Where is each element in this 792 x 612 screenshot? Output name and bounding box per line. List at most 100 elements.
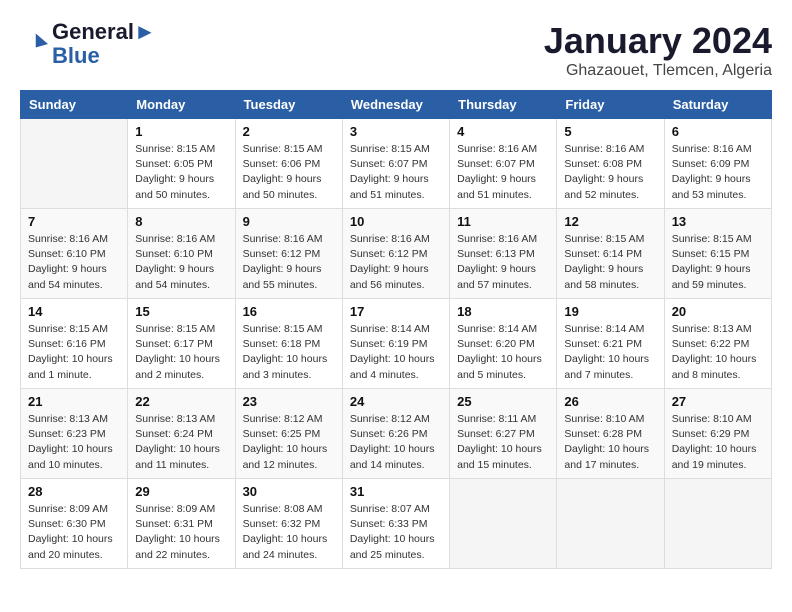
column-header-saturday: Saturday (664, 91, 771, 119)
day-number: 21 (28, 394, 120, 409)
calendar-cell: 28 Sunrise: 8:09 AMSunset: 6:30 PMDayligh… (21, 479, 128, 569)
calendar-cell: 26 Sunrise: 8:10 AMSunset: 6:28 PMDayligh… (557, 389, 664, 479)
month-title: January 2024 (544, 20, 772, 62)
day-info: Sunrise: 8:13 AMSunset: 6:22 PMDaylight:… (672, 322, 764, 383)
day-number: 29 (135, 484, 227, 499)
day-number: 19 (564, 304, 656, 319)
day-info: Sunrise: 8:15 AMSunset: 6:15 PMDaylight:… (672, 232, 764, 293)
location-title: Ghazaouet, Tlemcen, Algeria (544, 62, 772, 80)
calendar-cell: 12Sunrise: 8:15 AMSunset: 6:14 PMDayligh… (557, 209, 664, 299)
day-info: Sunrise: 8:15 AMSunset: 6:16 PMDaylight:… (28, 322, 120, 383)
day-number: 7 (28, 214, 120, 229)
day-info: Sunrise: 8:14 AMSunset: 6:19 PMDaylight:… (350, 322, 442, 383)
day-info: Sunrise: 8:16 AMSunset: 6:12 PMDaylight:… (243, 232, 335, 293)
day-info: Sunrise: 8:15 AMSunset: 6:17 PMDaylight:… (135, 322, 227, 383)
calendar-cell: 7 Sunrise: 8:16 AMSunset: 6:10 PMDaylight… (21, 209, 128, 299)
day-info: Sunrise: 8:08 AMSunset: 6:32 PMDaylight:… (243, 502, 335, 563)
day-number: 16 (243, 304, 335, 319)
calendar-cell: 23 Sunrise: 8:12 AMSunset: 6:25 PMDayligh… (235, 389, 342, 479)
day-number: 24 (350, 394, 442, 409)
calendar-cell (450, 479, 557, 569)
day-number: 30 (243, 484, 335, 499)
day-number: 3 (350, 124, 442, 139)
calendar-cell: 14Sunrise: 8:15 AMSunset: 6:16 PMDayligh… (21, 299, 128, 389)
calendar-cell: 18 Sunrise: 8:14 AMSunset: 6:20 PMDayligh… (450, 299, 557, 389)
calendar-cell: 21 Sunrise: 8:13 AMSunset: 6:23 PMDayligh… (21, 389, 128, 479)
day-number: 18 (457, 304, 549, 319)
day-number: 10 (350, 214, 442, 229)
day-number: 11 (457, 214, 549, 229)
logo-text: General► Blue (52, 20, 156, 68)
day-number: 4 (457, 124, 549, 139)
day-number: 6 (672, 124, 764, 139)
week-row-1: 1Sunrise: 8:15 AMSunset: 6:05 PMDaylight… (21, 119, 772, 209)
day-info: Sunrise: 8:16 AMSunset: 6:13 PMDaylight:… (457, 232, 549, 293)
day-info: Sunrise: 8:09 AMSunset: 6:31 PMDaylight:… (135, 502, 227, 563)
column-header-friday: Friday (557, 91, 664, 119)
column-header-thursday: Thursday (450, 91, 557, 119)
week-row-5: 28 Sunrise: 8:09 AMSunset: 6:30 PMDayligh… (21, 479, 772, 569)
calendar-cell: 30 Sunrise: 8:08 AMSunset: 6:32 PMDayligh… (235, 479, 342, 569)
day-number: 8 (135, 214, 227, 229)
day-info: Sunrise: 8:12 AMSunset: 6:26 PMDaylight:… (350, 412, 442, 473)
calendar-cell: 25Sunrise: 8:11 AMSunset: 6:27 PMDayligh… (450, 389, 557, 479)
calendar-cell: 2Sunrise: 8:15 AMSunset: 6:06 PMDaylight… (235, 119, 342, 209)
calendar-cell: 16 Sunrise: 8:15 AMSunset: 6:18 PMDayligh… (235, 299, 342, 389)
day-info: Sunrise: 8:14 AMSunset: 6:20 PMDaylight:… (457, 322, 549, 383)
column-header-tuesday: Tuesday (235, 91, 342, 119)
day-info: Sunrise: 8:16 AMSunset: 6:10 PMDaylight:… (28, 232, 120, 293)
calendar-cell (664, 479, 771, 569)
calendar-cell: 4 Sunrise: 8:16 AMSunset: 6:07 PMDaylight… (450, 119, 557, 209)
day-info: Sunrise: 8:07 AMSunset: 6:33 PMDaylight:… (350, 502, 442, 563)
calendar-cell: 8 Sunrise: 8:16 AMSunset: 6:10 PMDaylight… (128, 209, 235, 299)
day-number: 5 (564, 124, 656, 139)
day-info: Sunrise: 8:16 AMSunset: 6:09 PMDaylight:… (672, 142, 764, 203)
day-number: 15 (135, 304, 227, 319)
day-number: 23 (243, 394, 335, 409)
calendar-table: SundayMondayTuesdayWednesdayThursdayFrid… (20, 90, 772, 569)
calendar-cell: 22 Sunrise: 8:13 AMSunset: 6:24 PMDayligh… (128, 389, 235, 479)
day-info: Sunrise: 8:16 AMSunset: 6:10 PMDaylight:… (135, 232, 227, 293)
day-number: 17 (350, 304, 442, 319)
calendar-cell: 6 Sunrise: 8:16 AMSunset: 6:09 PMDaylight… (664, 119, 771, 209)
day-info: Sunrise: 8:12 AMSunset: 6:25 PMDaylight:… (243, 412, 335, 473)
page-header: General► Blue January 2024 Ghazaouet, Tl… (20, 20, 772, 80)
calendar-cell: 20 Sunrise: 8:13 AMSunset: 6:22 PMDayligh… (664, 299, 771, 389)
day-number: 13 (672, 214, 764, 229)
column-header-wednesday: Wednesday (342, 91, 449, 119)
calendar-cell: 24 Sunrise: 8:12 AMSunset: 6:26 PMDayligh… (342, 389, 449, 479)
day-info: Sunrise: 8:13 AMSunset: 6:24 PMDaylight:… (135, 412, 227, 473)
day-number: 26 (564, 394, 656, 409)
day-info: Sunrise: 8:13 AMSunset: 6:23 PMDaylight:… (28, 412, 120, 473)
calendar-cell: 5Sunrise: 8:16 AMSunset: 6:08 PMDaylight… (557, 119, 664, 209)
calendar-cell: 29 Sunrise: 8:09 AMSunset: 6:31 PMDayligh… (128, 479, 235, 569)
day-number: 27 (672, 394, 764, 409)
column-header-monday: Monday (128, 91, 235, 119)
day-info: Sunrise: 8:09 AMSunset: 6:30 PMDaylight:… (28, 502, 120, 563)
calendar-cell: 9Sunrise: 8:16 AMSunset: 6:12 PMDaylight… (235, 209, 342, 299)
day-info: Sunrise: 8:10 AMSunset: 6:28 PMDaylight:… (564, 412, 656, 473)
calendar-cell: 10 Sunrise: 8:16 AMSunset: 6:12 PMDayligh… (342, 209, 449, 299)
day-info: Sunrise: 8:16 AMSunset: 6:12 PMDaylight:… (350, 232, 442, 293)
calendar-cell (557, 479, 664, 569)
day-info: Sunrise: 8:16 AMSunset: 6:07 PMDaylight:… (457, 142, 549, 203)
calendar-cell: 11 Sunrise: 8:16 AMSunset: 6:13 PMDayligh… (450, 209, 557, 299)
day-info: Sunrise: 8:15 AMSunset: 6:07 PMDaylight:… (350, 142, 442, 203)
calendar-cell: 17 Sunrise: 8:14 AMSunset: 6:19 PMDayligh… (342, 299, 449, 389)
day-number: 12 (564, 214, 656, 229)
calendar-cell (21, 119, 128, 209)
week-row-3: 14Sunrise: 8:15 AMSunset: 6:16 PMDayligh… (21, 299, 772, 389)
day-info: Sunrise: 8:15 AMSunset: 6:18 PMDaylight:… (243, 322, 335, 383)
day-info: Sunrise: 8:10 AMSunset: 6:29 PMDaylight:… (672, 412, 764, 473)
calendar-cell: 27 Sunrise: 8:10 AMSunset: 6:29 PMDayligh… (664, 389, 771, 479)
title-block: January 2024 Ghazaouet, Tlemcen, Algeria (544, 20, 772, 80)
day-number: 28 (28, 484, 120, 499)
day-info: Sunrise: 8:14 AMSunset: 6:21 PMDaylight:… (564, 322, 656, 383)
logo: General► Blue (20, 20, 156, 68)
week-row-2: 7 Sunrise: 8:16 AMSunset: 6:10 PMDaylight… (21, 209, 772, 299)
day-number: 22 (135, 394, 227, 409)
day-info: Sunrise: 8:15 AMSunset: 6:05 PMDaylight:… (135, 142, 227, 203)
calendar-cell: 31Sunrise: 8:07 AMSunset: 6:33 PMDayligh… (342, 479, 449, 569)
day-number: 20 (672, 304, 764, 319)
calendar-cell: 3 Sunrise: 8:15 AMSunset: 6:07 PMDaylight… (342, 119, 449, 209)
